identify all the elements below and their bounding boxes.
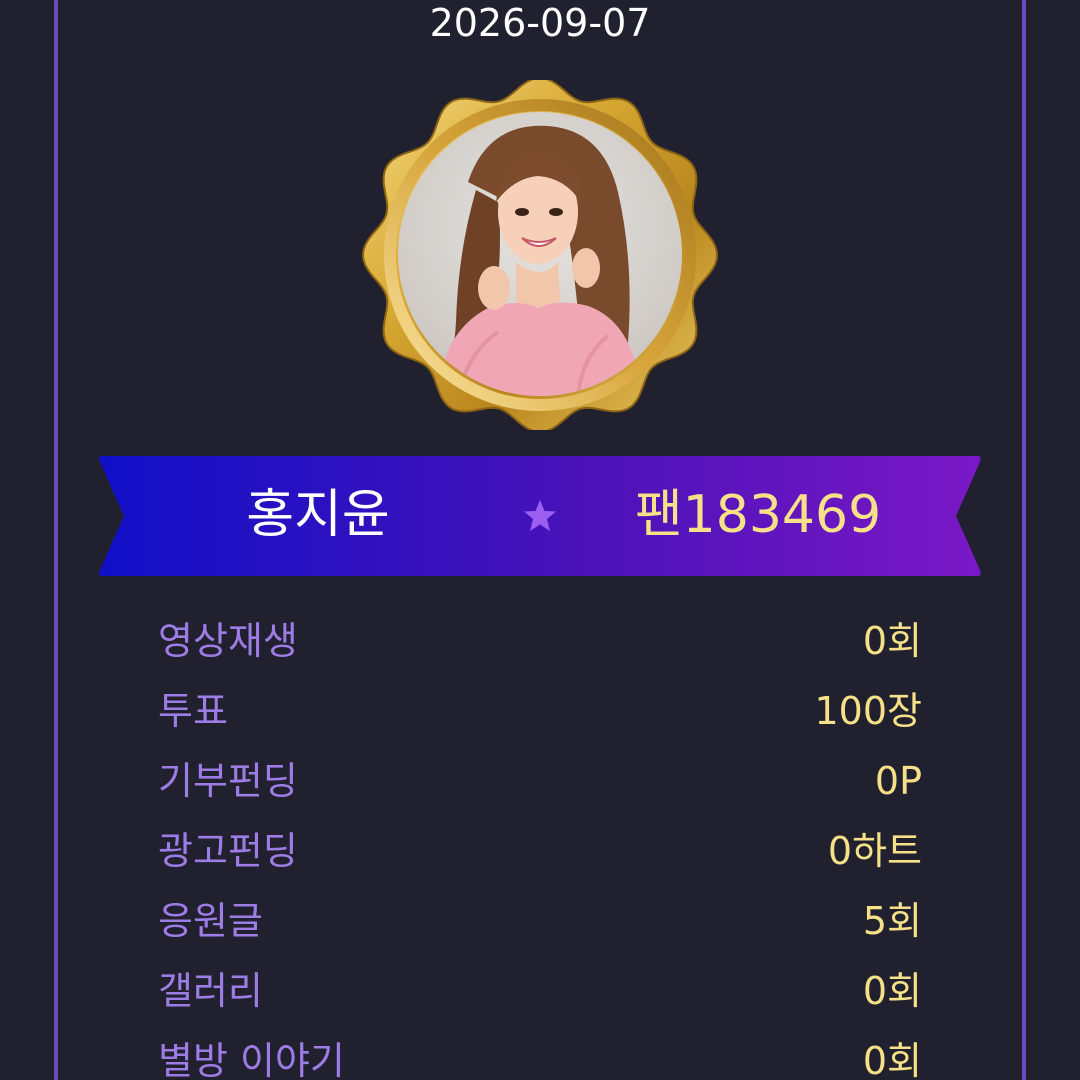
stat-label: 투표	[158, 689, 228, 733]
stat-value: 0회	[862, 619, 922, 663]
date-text: 2026-09-07	[429, 1, 651, 45]
stat-label: 갤러리	[158, 969, 263, 1013]
stat-label: 영상재생	[158, 619, 298, 663]
stat-label: 별방 이야기	[158, 1039, 345, 1080]
profile-badge	[358, 80, 722, 430]
left-frame-line	[54, 0, 58, 1080]
stat-label: 광고펀딩	[158, 829, 298, 873]
stat-value: 0회	[862, 969, 922, 1013]
stat-row-video-play: 영상재생 0회	[158, 606, 922, 676]
right-frame-line	[1022, 0, 1026, 1080]
member-name: 홍지윤	[246, 485, 390, 545]
stat-row-vote: 투표 100장	[158, 676, 922, 746]
fan-number: 팬183469	[634, 485, 882, 545]
certificate-card: 2026-09-07 홍지윤 팬183469 영상재생 0회 투표 100장 기…	[0, 0, 1080, 1080]
stat-value: 5회	[862, 899, 922, 943]
stat-value: 0P	[874, 759, 922, 803]
stat-row-donation-funding: 기부펀딩 0P	[158, 746, 922, 816]
stat-label: 응원글	[158, 899, 263, 943]
stat-value: 0하트	[827, 829, 922, 873]
stat-row-ad-funding: 광고펀딩 0하트	[158, 816, 922, 886]
stat-value: 0회	[862, 1039, 922, 1080]
profile-photo	[398, 112, 682, 396]
stat-row-star-room-story: 별방 이야기 0회	[158, 1026, 922, 1080]
stat-label: 기부펀딩	[158, 759, 298, 803]
stat-row-gallery: 갤러리 0회	[158, 956, 922, 1026]
stat-row-cheer-posts: 응원글 5회	[158, 886, 922, 956]
star-icon	[524, 500, 556, 531]
name-ribbon: 홍지윤 팬183469	[98, 456, 982, 576]
stat-value: 100장	[814, 689, 923, 733]
stats-list: 영상재생 0회 투표 100장 기부펀딩 0P 광고펀딩 0하트 응원글 5회 …	[158, 606, 922, 1080]
person-portrait-icon	[438, 125, 642, 396]
